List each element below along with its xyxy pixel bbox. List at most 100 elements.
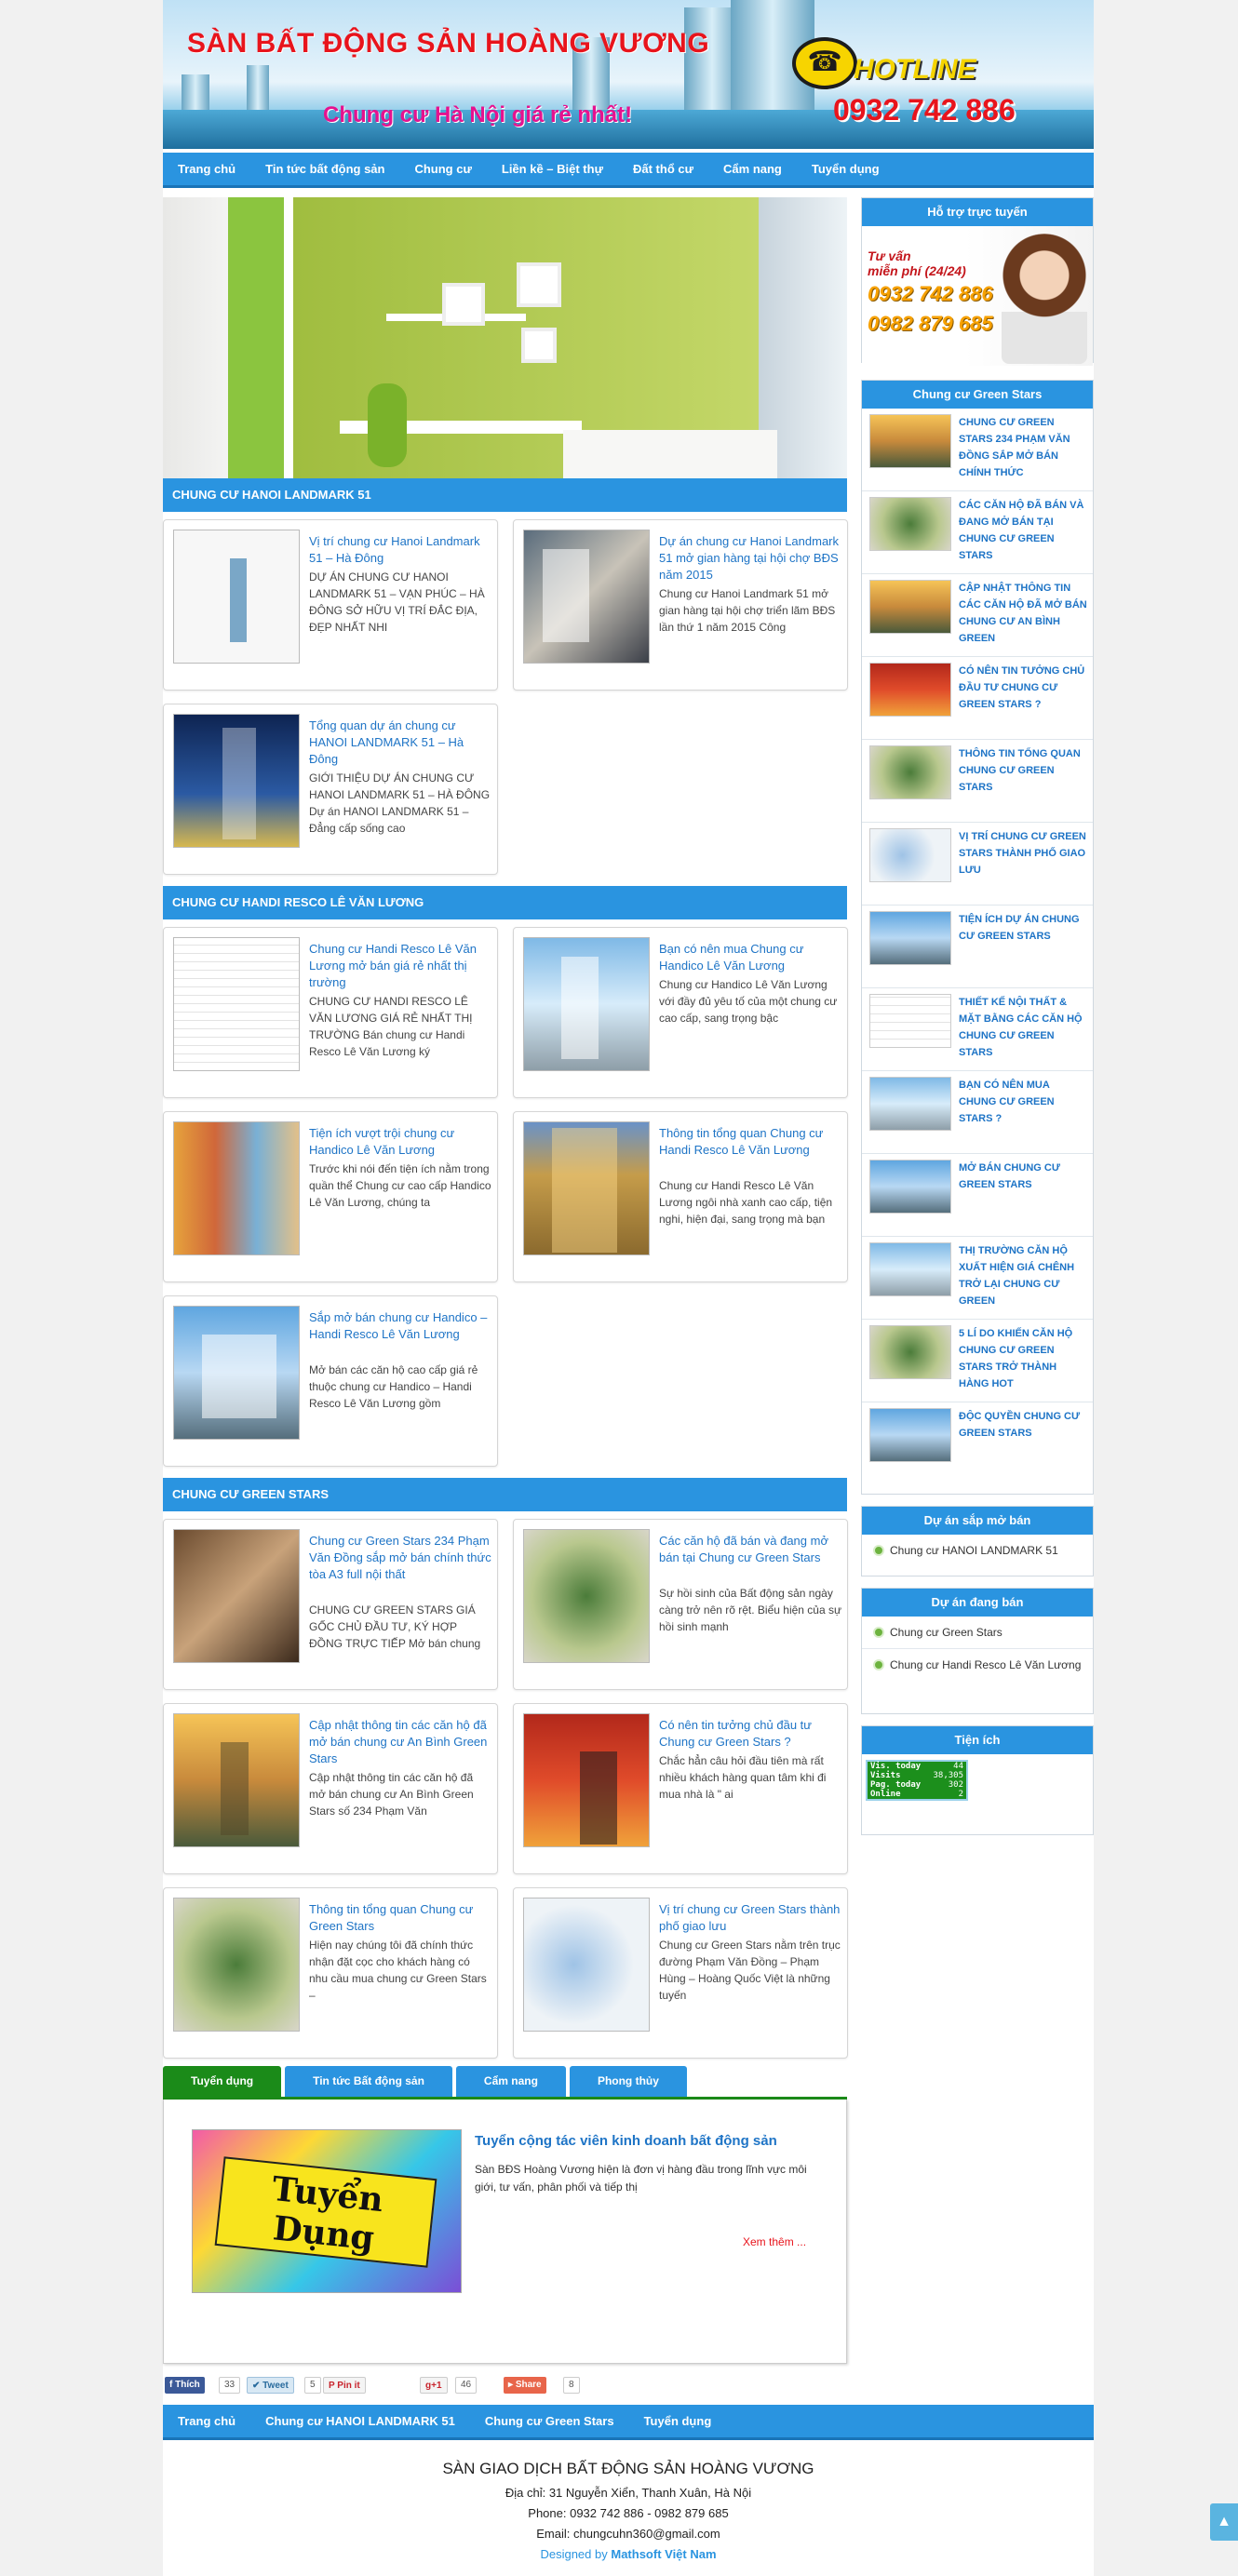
post-thumbnail[interactable]	[173, 530, 300, 664]
sidebar-post-title[interactable]: Thông tin tổng quan Chung cư Green Stars	[959, 745, 1087, 796]
nav-villas[interactable]: Liền kề – Biệt thự	[487, 153, 618, 185]
project-link[interactable]: Chung cư HANOI LANDMARK 51	[862, 1535, 1093, 1566]
sidebar-post-thumbnail[interactable]	[869, 745, 951, 799]
site-banner[interactable]: SÀN BẤT ĐỘNG SẢN HOÀNG VƯƠNG Chung cư Hà…	[163, 0, 1094, 149]
sidebar-post-thumbnail[interactable]	[869, 1077, 951, 1131]
post-card[interactable]: Cập nhật thông tin các căn hộ đã mở bán …	[163, 1703, 498, 1874]
post-card[interactable]: Dự án chung cư Hanoi Landmark 51 mở gian…	[513, 519, 848, 691]
post-card[interactable]: Thông tin tổng quan Chung cư Green Stars…	[163, 1887, 498, 2059]
post-thumbnail[interactable]	[523, 1898, 650, 2032]
sidebar-post[interactable]: Mở bán chung cư Green Stars	[862, 1154, 1093, 1237]
recruitment-image[interactable]: Tuyển Dụng	[192, 2129, 462, 2293]
sidebar-post-title[interactable]: Thị trường căn hộ xuất hiện giá chênh tr…	[959, 1242, 1087, 1309]
post-title[interactable]: Các căn hộ đã bán và đang mở bán tại Chu…	[659, 1533, 841, 1566]
section-title-handi-resco[interactable]: CHUNG CƯ HANDI RESCO LÊ VĂN LƯƠNG	[163, 886, 847, 919]
footer-nav-green-stars[interactable]: Chung cư Green Stars	[470, 2405, 629, 2437]
sidebar-post-thumbnail[interactable]	[869, 1160, 951, 1214]
recruitment-title[interactable]: Tuyển cộng tác viên kinh doanh bất động …	[475, 2133, 777, 2149]
project-link[interactable]: Chung cư Green Stars	[862, 1617, 1093, 1649]
sidebar-post[interactable]: Thị trường căn hộ xuất hiện giá chênh tr…	[862, 1237, 1093, 1320]
sidebar-post[interactable]: Thông tin tổng quan Chung cư Green Stars	[862, 740, 1093, 823]
sidebar-post[interactable]: 5 lí do khiến căn hộ chung cư Green Star…	[862, 1320, 1093, 1402]
footer-nav-home[interactable]: Trang chủ	[163, 2405, 250, 2437]
sidebar-post-title[interactable]: 5 lí do khiến căn hộ chung cư Green Star…	[959, 1325, 1087, 1392]
sidebar-post[interactable]: Có nên tin tưởng chủ đầu tư Chung cư Gre…	[862, 657, 1093, 740]
pinterest-button[interactable]: P Pin it	[323, 2377, 366, 2394]
post-card[interactable]: Vị trí chung cư Green Stars thành phố gi…	[513, 1887, 848, 2059]
post-thumbnail[interactable]	[523, 937, 650, 1071]
post-card[interactable]: Tổng quan dự án chung cư HANOI LANDMARK …	[163, 704, 498, 875]
footer-nav-landmark[interactable]: Chung cư HANOI LANDMARK 51	[250, 2405, 470, 2437]
sidebar-post-thumbnail[interactable]	[869, 497, 951, 551]
sidebar-post-thumbnail[interactable]	[869, 414, 951, 468]
post-thumbnail[interactable]	[523, 1121, 650, 1255]
post-thumbnail[interactable]	[173, 1306, 300, 1440]
share-button[interactable]: ▸ Share	[504, 2377, 546, 2394]
nav-apartments[interactable]: Chung cư	[399, 153, 486, 185]
sidebar-post[interactable]: Cập nhật thông tin các căn hộ đã mở bán …	[862, 574, 1093, 657]
google-plus-button[interactable]: g+1	[420, 2377, 448, 2394]
post-thumbnail[interactable]	[173, 1529, 300, 1663]
post-thumbnail[interactable]	[523, 530, 650, 664]
post-title[interactable]: Cập nhật thông tin các căn hộ đã mở bán …	[309, 1717, 491, 1767]
post-title[interactable]: Thông tin tổng quan Chung cư Handi Resco…	[659, 1125, 841, 1159]
hero-slideshow-image[interactable]	[163, 197, 847, 478]
sidebar-post-title[interactable]: Mở bán chung cư Green Stars	[959, 1160, 1087, 1193]
sidebar-post-thumbnail[interactable]	[869, 828, 951, 882]
sidebar-post-title[interactable]: Có nên tin tưởng chủ đầu tư Chung cư Gre…	[959, 663, 1087, 713]
scroll-to-top-button[interactable]: ▲	[1210, 2503, 1238, 2541]
post-thumbnail[interactable]	[173, 937, 300, 1071]
sidebar-post[interactable]: Vị trí chung cư Green Stars thành phố gi…	[862, 823, 1093, 906]
post-title[interactable]: Bạn có nên mua Chung cư Handico Lê Văn L…	[659, 941, 841, 974]
post-card[interactable]: Thông tin tổng quan Chung cư Handi Resco…	[513, 1111, 848, 1282]
tab-feng-shui[interactable]: Phong thủy	[569, 2066, 687, 2097]
post-card[interactable]: Chung cư Handi Resco Lê Văn Lương mở bán…	[163, 927, 498, 1098]
post-title[interactable]: Vị trí chung cư Hanoi Landmark 51 – Hà Đ…	[309, 533, 491, 567]
sidebar-post-title[interactable]: Chung cư Green Stars 234 Phạm Văn Đồng s…	[959, 414, 1087, 481]
post-title[interactable]: Dự án chung cư Hanoi Landmark 51 mở gian…	[659, 533, 841, 584]
post-title[interactable]: Chung cư Green Stars 234 Phạm Văn Đồng s…	[309, 1533, 491, 1583]
tab-real-estate-news[interactable]: Tin tức Bất động sản	[285, 2066, 452, 2097]
nav-recruitment[interactable]: Tuyển dụng	[797, 153, 895, 185]
project-link[interactable]: Chung cư Handi Resco Lê Văn Lương	[862, 1649, 1093, 1681]
post-title[interactable]: Tổng quan dự án chung cư HANOI LANDMARK …	[309, 718, 491, 768]
post-title[interactable]: Vị trí chung cư Green Stars thành phố gi…	[659, 1901, 841, 1935]
sidebar-post-thumbnail[interactable]	[869, 911, 951, 965]
visitor-counter[interactable]: Vis. today 44 Visits 38,305 Pag. today 302 …	[866, 1760, 968, 1801]
post-thumbnail[interactable]	[523, 1529, 650, 1663]
sidebar-post-title[interactable]: Tiện ích dự án chung cư Green Stars	[959, 911, 1087, 945]
facebook-like-button[interactable]: f Thích	[165, 2377, 205, 2394]
nav-news[interactable]: Tin tức bất động sản	[250, 153, 399, 185]
post-title[interactable]: Có nên tin tưởng chủ đầu tư Chung cư Gre…	[659, 1717, 841, 1751]
sidebar-post-thumbnail[interactable]	[869, 1242, 951, 1296]
post-title[interactable]: Sắp mở bán chung cư Handico – Handi Resc…	[309, 1309, 491, 1343]
sidebar-post-thumbnail[interactable]	[869, 994, 951, 1048]
tab-recruitment[interactable]: Tuyển dụng	[163, 2066, 282, 2097]
sidebar-post-title[interactable]: Cập nhật thông tin các căn hộ đã mở bán …	[959, 580, 1087, 647]
post-card[interactable]: Tiện ích vượt trội chung cư Handico Lê V…	[163, 1111, 498, 1282]
post-thumbnail[interactable]	[173, 714, 300, 848]
tweet-button[interactable]: ✔ Tweet	[247, 2377, 294, 2394]
post-card[interactable]: Sắp mở bán chung cư Handico – Handi Resc…	[163, 1295, 498, 1467]
post-title[interactable]: Tiện ích vượt trội chung cư Handico Lê V…	[309, 1125, 491, 1159]
sidebar-post-thumbnail[interactable]	[869, 663, 951, 717]
nav-home[interactable]: Trang chủ	[163, 153, 250, 185]
sidebar-post-title[interactable]: Thiết kế nội thất & mặt bằng các căn hộ …	[959, 994, 1087, 1061]
sidebar-post-title[interactable]: Độc quyền chung cư Green Stars	[959, 1408, 1087, 1442]
post-thumbnail[interactable]	[173, 1713, 300, 1847]
post-thumbnail[interactable]	[173, 1898, 300, 2032]
sidebar-post[interactable]: Thiết kế nội thất & mặt bằng các căn hộ …	[862, 988, 1093, 1071]
read-more-link[interactable]: Xem thêm ...	[743, 2235, 806, 2248]
post-title[interactable]: Thông tin tổng quan Chung cư Green Stars	[309, 1901, 491, 1935]
post-card[interactable]: Bạn có nên mua Chung cư Handico Lê Văn L…	[513, 927, 848, 1098]
nav-land[interactable]: Đất thổ cư	[618, 153, 708, 185]
sidebar-post-thumbnail[interactable]	[869, 1408, 951, 1462]
post-card[interactable]: Vị trí chung cư Hanoi Landmark 51 – Hà Đ…	[163, 519, 498, 691]
sidebar-post-title[interactable]: Các căn hộ đã bán và đang mở bán tại Chu…	[959, 497, 1087, 564]
post-thumbnail[interactable]	[173, 1121, 300, 1255]
section-title-landmark[interactable]: CHUNG CƯ HANOI LANDMARK 51	[163, 478, 847, 512]
sidebar-post[interactable]: Các căn hộ đã bán và đang mở bán tại Chu…	[862, 491, 1093, 574]
post-card[interactable]: Có nên tin tưởng chủ đầu tư Chung cư Gre…	[513, 1703, 848, 1874]
section-title-green-stars[interactable]: CHUNG CƯ GREEN STARS	[163, 1478, 847, 1511]
sidebar-post-thumbnail[interactable]	[869, 580, 951, 634]
